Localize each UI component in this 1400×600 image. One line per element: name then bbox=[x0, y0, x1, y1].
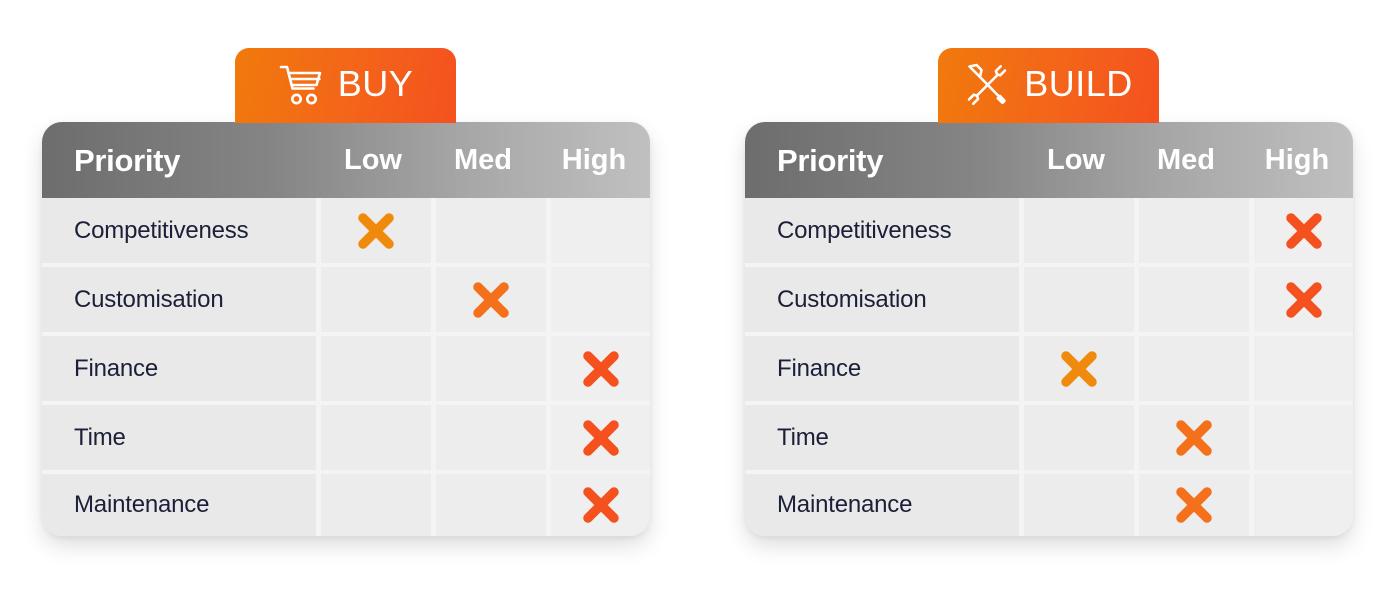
row-label: Time bbox=[745, 405, 1019, 470]
buy-vs-build-comparison: BUY Priority Low Med High Competitivenes… bbox=[0, 0, 1400, 600]
header-med: Med bbox=[1157, 143, 1215, 176]
cell-high[interactable] bbox=[1254, 267, 1353, 332]
table-body-buy: Competitiveness Customisation Finance Ti… bbox=[42, 198, 650, 536]
header-low: Low bbox=[1047, 143, 1105, 176]
cell-med[interactable] bbox=[436, 267, 546, 332]
x-mark-icon bbox=[582, 350, 619, 387]
header-low: Low bbox=[344, 143, 402, 176]
cell-low[interactable] bbox=[321, 198, 431, 263]
table-header-row-buy: Priority Low Med High bbox=[42, 122, 650, 198]
x-mark-icon bbox=[1176, 419, 1212, 456]
header-priority: Priority bbox=[74, 142, 181, 178]
cell-low[interactable] bbox=[1024, 474, 1134, 536]
row-label: Finance bbox=[745, 336, 1019, 401]
cell-low[interactable] bbox=[1024, 405, 1134, 470]
row-label: Customisation bbox=[745, 267, 1019, 332]
row-label: Maintenance bbox=[42, 474, 316, 536]
cell-high[interactable] bbox=[1254, 405, 1353, 470]
row-label: Finance bbox=[42, 336, 316, 401]
x-mark-icon bbox=[582, 419, 619, 456]
cell-low[interactable] bbox=[321, 336, 431, 401]
x-mark-icon bbox=[1176, 487, 1212, 523]
x-mark-icon bbox=[1285, 281, 1322, 318]
tab-buy-label: BUY bbox=[337, 62, 414, 104]
cell-low[interactable] bbox=[321, 267, 431, 332]
cell-low[interactable] bbox=[1024, 198, 1134, 263]
cell-med[interactable] bbox=[1139, 405, 1249, 470]
row-label: Maintenance bbox=[745, 474, 1019, 536]
comparison-card-build: Priority Low Med High Competitiveness Cu… bbox=[745, 122, 1353, 536]
header-priority: Priority bbox=[777, 142, 884, 178]
cell-high[interactable] bbox=[1254, 198, 1353, 263]
cell-high[interactable] bbox=[551, 474, 650, 536]
cell-med[interactable] bbox=[1139, 267, 1249, 332]
table-row: Maintenance bbox=[42, 474, 650, 536]
cell-med[interactable] bbox=[1139, 474, 1249, 536]
header-high: High bbox=[1264, 143, 1330, 176]
cell-high[interactable] bbox=[551, 267, 650, 332]
cell-high[interactable] bbox=[551, 336, 650, 401]
cell-med[interactable] bbox=[436, 474, 546, 536]
cell-low[interactable] bbox=[321, 405, 431, 470]
table-row: Finance bbox=[42, 336, 650, 401]
x-mark-icon bbox=[1285, 212, 1322, 249]
tab-build[interactable]: BUILD bbox=[938, 48, 1159, 123]
shopping-cart-icon bbox=[279, 65, 322, 104]
x-mark-icon bbox=[1061, 350, 1097, 387]
cell-low[interactable] bbox=[1024, 336, 1134, 401]
cell-med[interactable] bbox=[1139, 336, 1249, 401]
table-row: Finance bbox=[745, 336, 1353, 401]
x-mark-icon bbox=[473, 281, 509, 318]
table-row: Time bbox=[42, 405, 650, 470]
row-label: Competitiveness bbox=[42, 198, 316, 263]
tools-screwdriver-wrench-icon bbox=[967, 63, 1007, 105]
cell-low[interactable] bbox=[1024, 267, 1134, 332]
cell-low[interactable] bbox=[321, 474, 431, 536]
row-label: Time bbox=[42, 405, 316, 470]
table-row: Customisation bbox=[745, 267, 1353, 332]
header-high: High bbox=[561, 143, 627, 176]
row-label: Competitiveness bbox=[745, 198, 1019, 263]
cell-high[interactable] bbox=[551, 405, 650, 470]
x-mark-icon bbox=[582, 487, 619, 523]
row-label: Customisation bbox=[42, 267, 316, 332]
cell-med[interactable] bbox=[436, 198, 546, 263]
tab-build-label: BUILD bbox=[1024, 62, 1133, 104]
cell-high[interactable] bbox=[551, 198, 650, 263]
cell-med[interactable] bbox=[436, 336, 546, 401]
header-med: Med bbox=[454, 143, 512, 176]
comparison-card-buy: Priority Low Med High Competitiveness Cu… bbox=[42, 122, 650, 536]
table-row: Customisation bbox=[42, 267, 650, 332]
tab-buy[interactable]: BUY bbox=[235, 48, 456, 123]
table-body-build: Competitiveness Customisation Finance Ti… bbox=[745, 198, 1353, 536]
table-row: Competitiveness bbox=[745, 198, 1353, 263]
cell-med[interactable] bbox=[436, 405, 546, 470]
cell-high[interactable] bbox=[1254, 474, 1353, 536]
x-mark-icon bbox=[358, 212, 394, 249]
cell-high[interactable] bbox=[1254, 336, 1353, 401]
table-row: Maintenance bbox=[745, 474, 1353, 536]
panel-buy: BUY Priority Low Med High Competitivenes… bbox=[42, 48, 650, 536]
table-row: Competitiveness bbox=[42, 198, 650, 263]
table-header-row-build: Priority Low Med High bbox=[745, 122, 1353, 198]
panel-build: BUILD Priority Low Med High Competitiven… bbox=[745, 48, 1353, 536]
cell-med[interactable] bbox=[1139, 198, 1249, 263]
table-row: Time bbox=[745, 405, 1353, 470]
